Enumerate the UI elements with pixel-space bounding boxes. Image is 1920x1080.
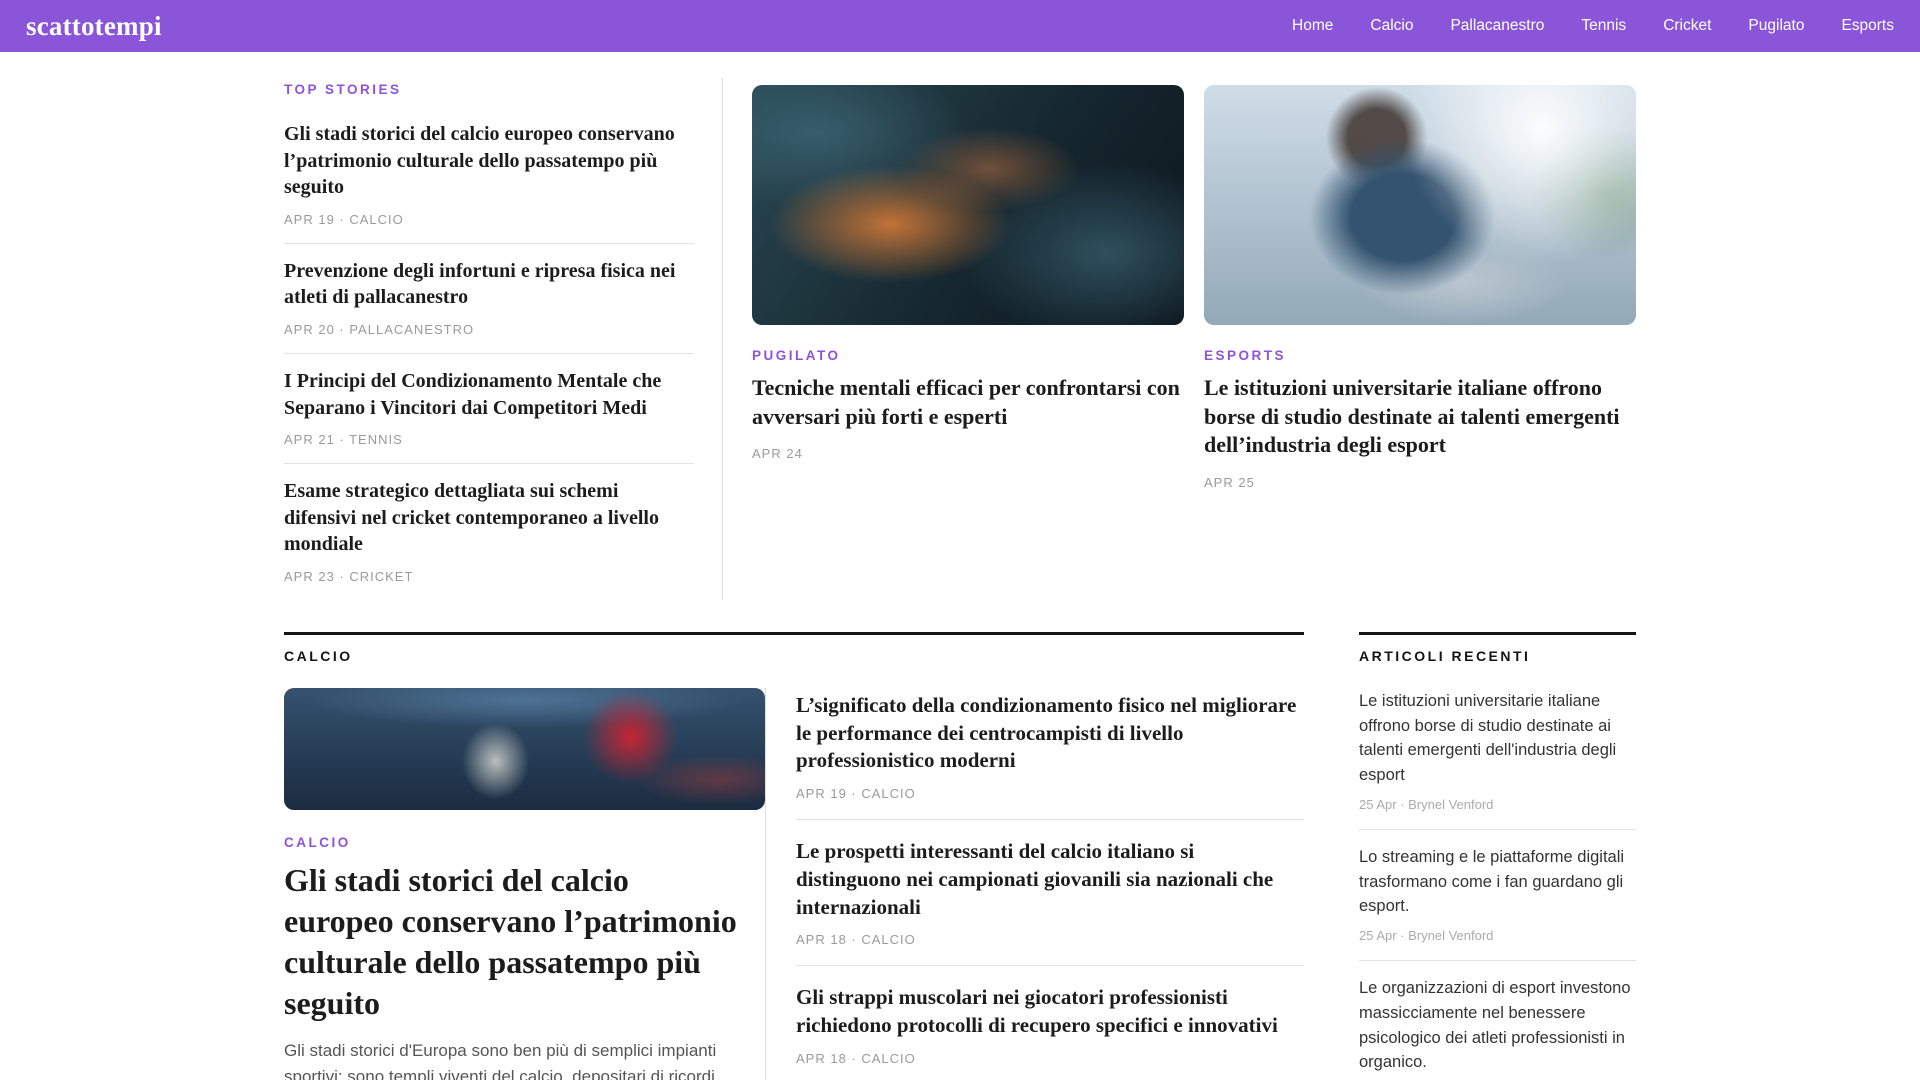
top-story-item[interactable]: Prevenzione degli infortuni e ripresa fi… <box>284 244 694 354</box>
calcio-section: CALCIO CALCIO Gli stadi storici del calc… <box>284 631 1304 1080</box>
calcio-list-item[interactable]: Le prospetti interessanti del calcio ita… <box>796 820 1304 967</box>
site-logo[interactable]: scattotempi <box>26 11 162 42</box>
calcio-featured-article[interactable]: CALCIO Gli stadi storici del calcio euro… <box>284 687 765 1080</box>
calcio-section-head: CALCIO <box>284 631 1304 666</box>
stadium-photo[interactable] <box>284 687 765 810</box>
nav-item-cricket[interactable]: Cricket <box>1663 17 1711 35</box>
top-story-title[interactable]: Prevenzione degli infortuni e ripresa fi… <box>284 258 694 311</box>
recent-article-item[interactable]: Le istituzioni universitarie italiane of… <box>1359 666 1636 830</box>
calcio-list-meta: APR 18 · CALCIO <box>796 1050 916 1066</box>
nav-item-pugilato[interactable]: Pugilato <box>1748 17 1804 35</box>
calcio-list-item[interactable]: Gli strappi muscolari nei giocatori prof… <box>796 966 1304 1080</box>
nav-item-calcio[interactable]: Calcio <box>1370 17 1413 35</box>
recent-article-meta: 25 Apr · Brynel Venford <box>1359 928 1494 944</box>
calcio-feature-excerpt: Gli stadi storici d'Europa sono ben più … <box>284 1040 717 1080</box>
card-title[interactable]: Tecniche mentali efficaci per confrontar… <box>752 374 1184 431</box>
top-story-item[interactable]: Esame strategico dettagliata sui schemi … <box>284 464 694 600</box>
nav-item-tennis[interactable]: Tennis <box>1581 17 1626 35</box>
top-story-meta: APR 21 · TENNIS <box>284 432 403 448</box>
calcio-list-title[interactable]: Gli strappi muscolari nei giocatori prof… <box>796 984 1304 1039</box>
main-nav: Home Calcio Pallacanestro Tennis Cricket… <box>1292 17 1894 35</box>
sidebar-label: ARTICOLI RECENTI <box>1359 647 1531 664</box>
recent-article-item[interactable]: Le organizzazioni di esport investono ma… <box>1359 961 1636 1080</box>
recent-article-item[interactable]: Lo streaming e le piattaforme digitali t… <box>1359 830 1636 962</box>
card-meta: APR 25 <box>1204 474 1255 490</box>
card-title[interactable]: Le istituzioni universitarie italiane of… <box>1204 374 1636 460</box>
recent-article-title[interactable]: Le istituzioni universitarie italiane of… <box>1359 689 1636 788</box>
sidebar-head: ARTICOLI RECENTI <box>1359 631 1636 666</box>
top-story-meta: APR 23 · CRICKET <box>284 568 414 584</box>
esports-photo[interactable] <box>1204 85 1636 325</box>
recent-article-title[interactable]: Lo streaming e le piattaforme digitali t… <box>1359 845 1636 919</box>
site-header: scattotempi Home Calcio Pallacanestro Te… <box>0 0 1920 52</box>
calcio-article-list: L’significato della condizionamento fisi… <box>765 687 1304 1080</box>
page-content: TOP STORIES Gli stadi storici del calcio… <box>284 52 1636 1080</box>
top-story-title[interactable]: Gli stadi storici del calcio europeo con… <box>284 121 694 201</box>
top-stories-heading: TOP STORIES <box>284 82 402 97</box>
top-story-meta: APR 19 · CALCIO <box>284 211 404 227</box>
lower-zone: CALCIO CALCIO Gli stadi storici del calc… <box>284 631 1636 1080</box>
calcio-list-meta: APR 18 · CALCIO <box>796 932 916 948</box>
top-story-title[interactable]: I Principi del Condizionamento Mentale c… <box>284 368 694 421</box>
calcio-list-title[interactable]: L’significato della condizionamento fisi… <box>796 692 1304 775</box>
top-stories-section: TOP STORIES Gli stadi storici del calcio… <box>284 78 723 600</box>
calcio-section-label: CALCIO <box>284 647 353 664</box>
calcio-body: CALCIO Gli stadi storici del calcio euro… <box>284 687 1304 1080</box>
featured-cards: PUGILATO Tecniche mentali efficaci per c… <box>723 78 1636 600</box>
top-zone: TOP STORIES Gli stadi storici del calcio… <box>284 78 1636 600</box>
main-column: CALCIO CALCIO Gli stadi storici del calc… <box>284 631 1304 1080</box>
featured-card-pugilato[interactable]: PUGILATO Tecniche mentali efficaci per c… <box>752 78 1184 600</box>
top-story-meta: APR 20 · PALLACANESTRO <box>284 321 475 337</box>
featured-card-esports[interactable]: ESPORTS Le istituzioni universitarie ita… <box>1204 78 1636 600</box>
calcio-list-meta: APR 19 · CALCIO <box>796 786 916 802</box>
calcio-feature-title[interactable]: Gli stadi storici del calcio europeo con… <box>284 860 737 1024</box>
recent-article-title[interactable]: Le organizzazioni di esport investono ma… <box>1359 976 1636 1075</box>
nav-item-pallacanestro[interactable]: Pallacanestro <box>1450 17 1544 35</box>
card-category[interactable]: PUGILATO <box>752 348 1184 363</box>
top-story-title[interactable]: Esame strategico dettagliata sui schemi … <box>284 478 694 558</box>
recent-article-meta: 25 Apr · Brynel Venford <box>1359 796 1494 812</box>
card-meta: APR 24 <box>752 446 803 462</box>
nav-item-esports[interactable]: Esports <box>1841 17 1894 35</box>
calcio-list-item[interactable]: L’significato della condizionamento fisi… <box>796 688 1304 821</box>
boxer-photo[interactable] <box>752 85 1184 325</box>
nav-item-home[interactable]: Home <box>1292 17 1333 35</box>
top-story-item[interactable]: Gli stadi storici del calcio europeo con… <box>284 107 694 244</box>
top-story-item[interactable]: I Principi del Condizionamento Mentale c… <box>284 354 694 465</box>
calcio-list-title[interactable]: Le prospetti interessanti del calcio ita… <box>796 838 1304 921</box>
card-category[interactable]: ESPORTS <box>1204 348 1636 363</box>
calcio-feature-category[interactable]: CALCIO <box>284 835 737 850</box>
recent-articles-sidebar: ARTICOLI RECENTI Le istituzioni universi… <box>1359 631 1636 1080</box>
